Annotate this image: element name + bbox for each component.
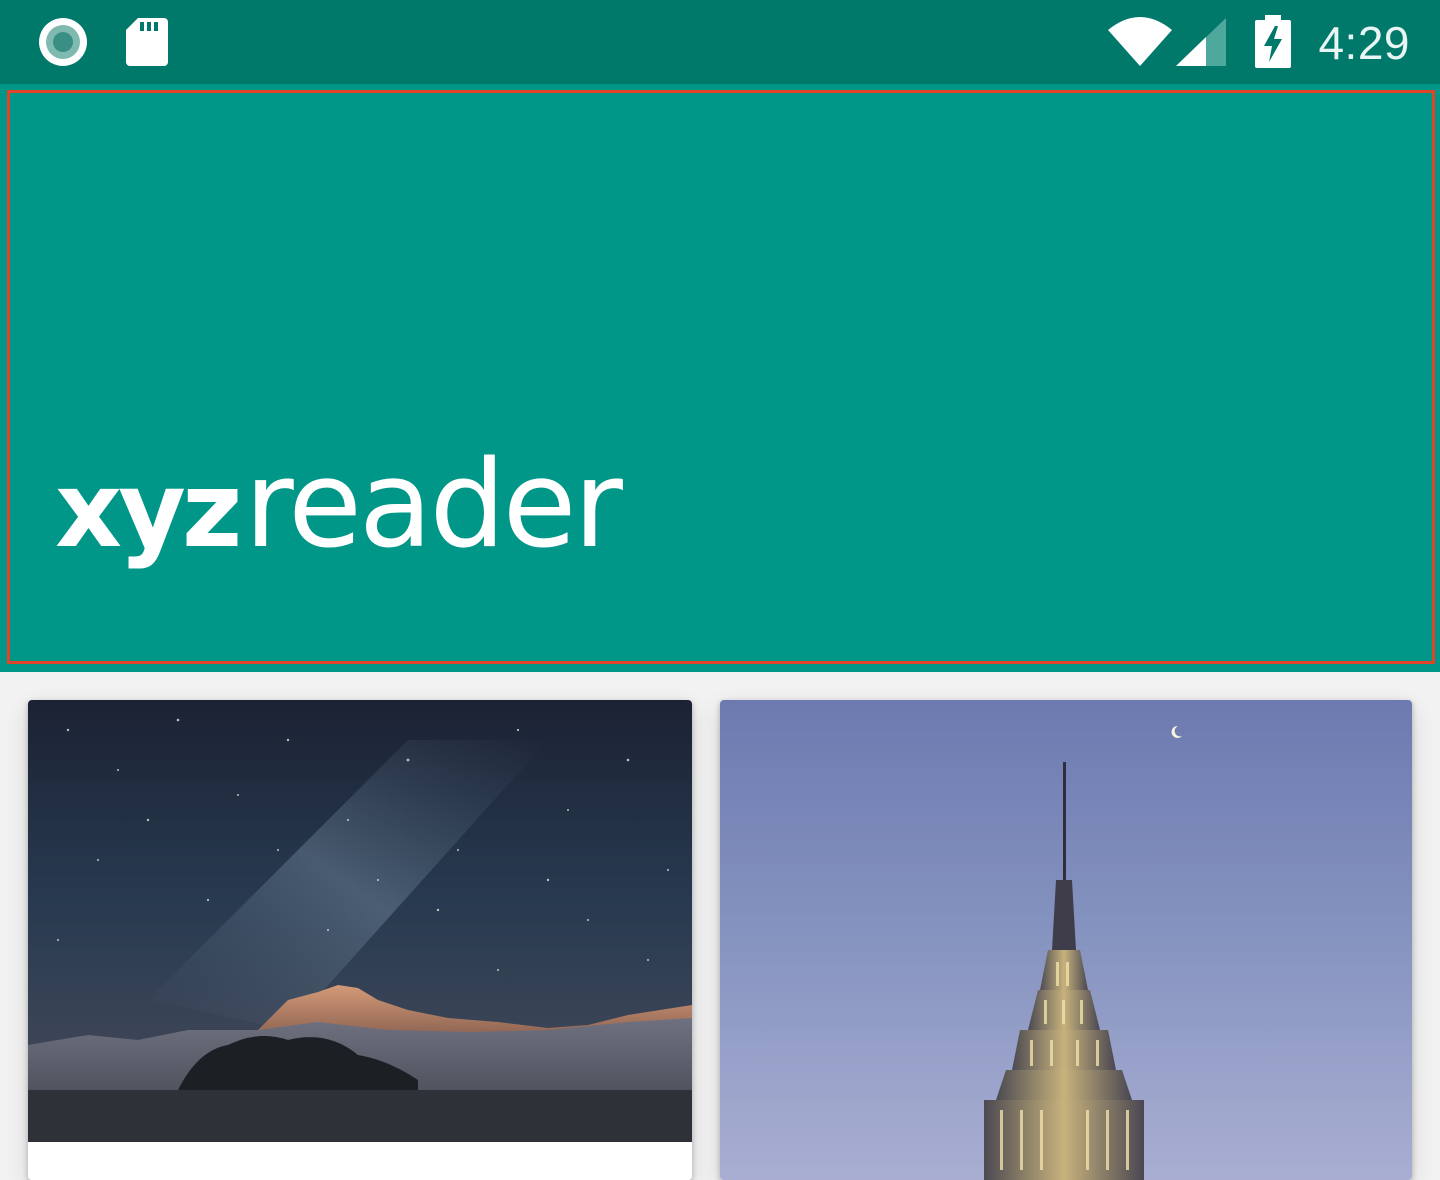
battery-charging-icon [1254,0,1292,84]
sd-card-icon [126,0,168,84]
app-header [0,84,1440,672]
article-card[interactable] [720,700,1412,1180]
status-bar: 4:29 [0,0,1440,84]
mountain-night-sky-photo [28,700,692,1142]
notification-circle-icon [38,0,88,84]
app-logo: xyz reader [55,436,623,575]
empire-state-building-photo [720,700,1412,1180]
card-footer [28,1142,692,1180]
logo-text-light: reader [244,436,622,575]
logo-text-bold: xyz [55,449,242,571]
status-time: 4:29 [1318,17,1410,69]
wifi-icon [1108,0,1172,84]
article-card[interactable] [28,700,692,1180]
cell-signal-icon [1176,0,1228,84]
